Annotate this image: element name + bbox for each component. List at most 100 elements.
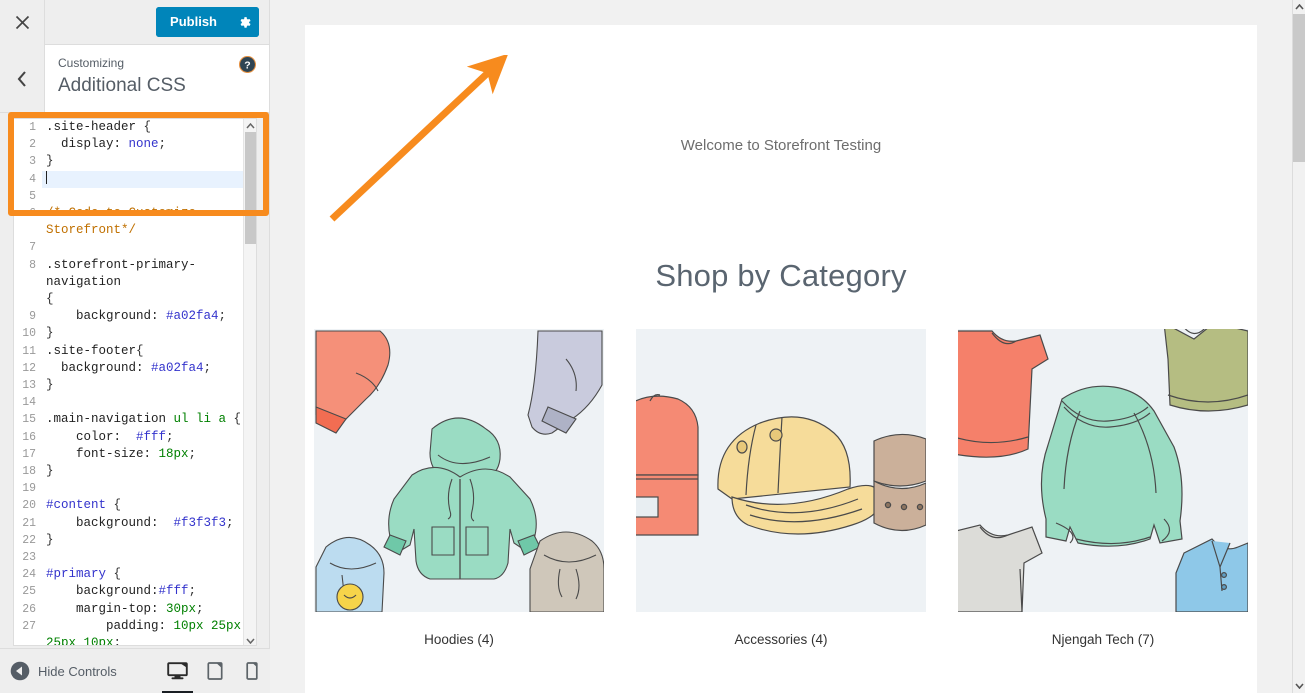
code-token: background: bbox=[46, 515, 159, 530]
code-line[interactable]: 20 #content { bbox=[14, 497, 256, 515]
code-text[interactable]: margin-top: 30px; bbox=[42, 601, 256, 618]
code-line[interactable]: 26 margin-top: 30px; bbox=[14, 600, 256, 618]
code-line[interactable]: 19 bbox=[14, 480, 256, 498]
code-token: { bbox=[106, 498, 122, 513]
site-preview[interactable]: Welcome to Storefront Testing Shop by Ca… bbox=[270, 0, 1292, 693]
code-text[interactable] bbox=[42, 480, 256, 497]
code-text[interactable]: font-size: 18px; bbox=[42, 446, 256, 463]
line-number: 14 bbox=[14, 394, 42, 412]
code-line[interactable]: 25 background:#fff; bbox=[14, 583, 256, 601]
code-token: background: bbox=[46, 360, 144, 375]
code-text[interactable]: } bbox=[42, 463, 256, 480]
code-line[interactable]: 2 display: none; bbox=[14, 136, 256, 154]
code-text[interactable]: padding: 10px 25px 25px 10px; bbox=[42, 618, 256, 645]
code-line[interactable]: 8 .storefront-primary-navigation { bbox=[14, 256, 256, 309]
category-grid: Hoodies (4) Accessories (4) Njengah Tech… bbox=[305, 294, 1257, 647]
code-token: padding: bbox=[46, 618, 167, 633]
code-text[interactable] bbox=[42, 394, 256, 411]
browser-scrollbar[interactable] bbox=[1292, 0, 1305, 693]
editor-scrollbar[interactable] bbox=[243, 119, 256, 645]
help-icon[interactable]: ? bbox=[238, 55, 257, 74]
chevron-down-icon bbox=[246, 638, 255, 644]
editor-scroll-thumb[interactable] bbox=[245, 132, 256, 244]
code-line[interactable]: 24 #primary { bbox=[14, 566, 256, 584]
code-line[interactable]: 18} bbox=[14, 463, 256, 481]
code-token: ul li a bbox=[166, 412, 227, 427]
code-text[interactable]: color: #fff; bbox=[42, 429, 256, 446]
css-code-area[interactable]: 1 .site-header {2 display: none; 3} 4 5 6/* C… bbox=[14, 119, 256, 645]
code-text[interactable]: .site-footer{ bbox=[42, 343, 256, 360]
line-number: 12 bbox=[14, 359, 42, 378]
customizer-topbar: Publish bbox=[0, 0, 269, 45]
code-token: ; bbox=[188, 446, 197, 461]
code-line[interactable]: 22} bbox=[14, 531, 256, 550]
code-line[interactable]: 1 .site-header { bbox=[14, 119, 256, 137]
code-token: 18px bbox=[151, 446, 189, 461]
code-text[interactable] bbox=[42, 549, 256, 566]
code-line[interactable]: 16 color: #fff; bbox=[14, 428, 256, 446]
customizer-panel: Publish Customizing Additional CSS ? 1 .… bbox=[0, 0, 270, 693]
back-button[interactable] bbox=[0, 45, 45, 112]
code-text[interactable]: } bbox=[42, 325, 256, 342]
css-editor[interactable]: 1 .site-header {2 display: none; 3} 4 5 6/* C… bbox=[13, 118, 257, 646]
code-line[interactable]: 23 bbox=[14, 549, 256, 567]
code-text[interactable]: } bbox=[42, 532, 256, 549]
code-text[interactable]: .site-header { bbox=[42, 119, 256, 136]
code-text[interactable]: .storefront-primary-navigation { bbox=[42, 257, 256, 309]
code-line[interactable]: 21 background: #f3f3f3; bbox=[14, 514, 256, 532]
editor-scroll-up-button[interactable] bbox=[244, 119, 256, 132]
code-line[interactable]: 15 .main-navigation ul li a { bbox=[14, 411, 256, 429]
code-text[interactable]: /* Code to Customize bbox=[42, 205, 256, 222]
code-line[interactable]: 10} bbox=[14, 325, 256, 343]
scroll-thumb[interactable] bbox=[1293, 14, 1305, 162]
close-icon bbox=[15, 15, 29, 30]
code-line[interactable]: 5 bbox=[14, 187, 256, 206]
code-line[interactable]: 11 .site-footer{ bbox=[14, 342, 256, 360]
code-line[interactable]: 17 font-size: 18px; bbox=[14, 445, 256, 464]
scroll-up-button[interactable] bbox=[1293, 0, 1305, 14]
category-card[interactable]: Accessories (4) bbox=[636, 329, 926, 647]
code-line[interactable]: 9 background: #a02fa4; bbox=[14, 308, 256, 326]
publish-group[interactable]: Publish bbox=[156, 7, 259, 37]
code-text[interactable]: #content { bbox=[42, 497, 256, 514]
hide-controls-button[interactable]: Hide Controls bbox=[0, 661, 117, 681]
category-label: Hoodies (4) bbox=[424, 632, 494, 647]
code-text[interactable]: Storefront*/ bbox=[42, 222, 256, 239]
device-desktop-button[interactable] bbox=[159, 649, 196, 693]
code-text[interactable] bbox=[42, 170, 256, 188]
code-line[interactable]: 13} bbox=[14, 377, 256, 395]
code-text[interactable]: } bbox=[42, 377, 256, 394]
code-line[interactable]: 3} bbox=[14, 153, 256, 171]
code-token: } bbox=[46, 532, 54, 547]
code-line[interactable]: 14 bbox=[14, 394, 256, 412]
code-token: #a02fa4 bbox=[143, 360, 204, 375]
publish-button[interactable]: Publish bbox=[156, 7, 229, 37]
code-text[interactable] bbox=[42, 188, 256, 205]
category-card[interactable]: Hoodies (4) bbox=[314, 329, 604, 647]
code-line[interactable]: 27 padding: 10px 25px 25px 10px; bbox=[14, 617, 256, 645]
close-customizer-button[interactable] bbox=[0, 0, 45, 45]
publish-settings-button[interactable] bbox=[229, 7, 259, 37]
code-line[interactable]: 6 /* Code to Customize bbox=[14, 205, 256, 223]
code-line[interactable]: Storefront*/ bbox=[14, 222, 256, 240]
code-line[interactable]: 7 bbox=[14, 239, 256, 257]
device-tablet-button[interactable] bbox=[196, 649, 233, 693]
line-number: 25 bbox=[14, 583, 42, 601]
code-line[interactable]: 4 bbox=[14, 170, 256, 188]
code-text[interactable]: background: #f3f3f3; bbox=[42, 515, 256, 532]
code-text[interactable]: background: #a02fa4; bbox=[42, 360, 256, 377]
line-number: 10 bbox=[14, 325, 42, 343]
code-text[interactable]: .main-navigation ul li a { bbox=[42, 411, 256, 428]
code-text[interactable]: background: #a02fa4; bbox=[42, 308, 256, 325]
scroll-down-button[interactable] bbox=[1293, 679, 1305, 693]
code-text[interactable] bbox=[42, 239, 256, 256]
code-text[interactable]: } bbox=[42, 153, 256, 170]
code-text[interactable]: #primary { bbox=[42, 566, 256, 583]
code-line[interactable]: 12 background: #a02fa4; bbox=[14, 359, 256, 378]
category-card[interactable]: Njengah Tech (7) bbox=[958, 329, 1248, 647]
code-text[interactable]: display: none; bbox=[42, 136, 256, 153]
device-mobile-button[interactable] bbox=[233, 649, 270, 693]
code-token: display: bbox=[46, 137, 122, 152]
code-text[interactable]: background:#fff; bbox=[42, 583, 256, 600]
editor-scroll-down-button[interactable] bbox=[244, 634, 256, 645]
